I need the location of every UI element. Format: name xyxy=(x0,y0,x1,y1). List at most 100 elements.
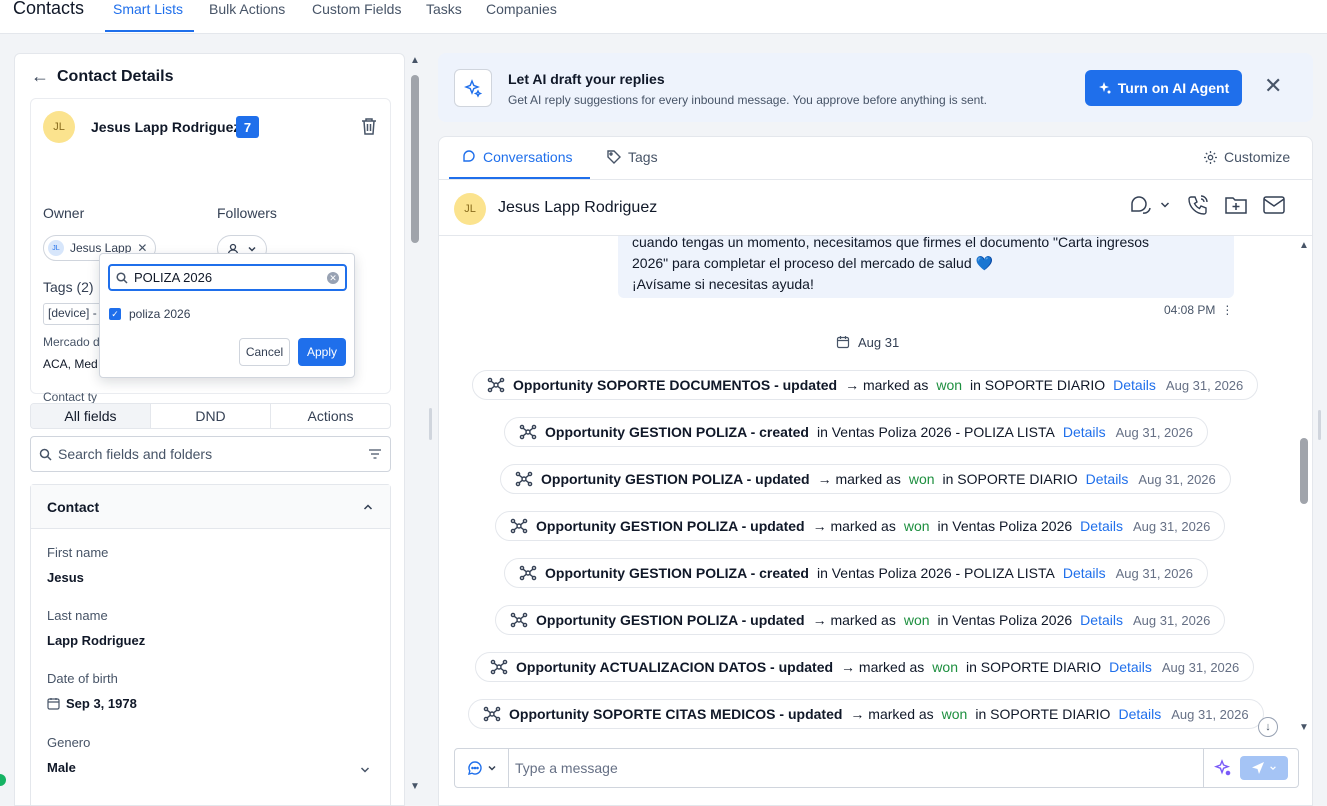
avatar: JL xyxy=(43,111,75,143)
tab-tags[interactable]: Tags xyxy=(606,149,658,165)
scroll-up-arrow-icon[interactable]: ▲ xyxy=(410,55,420,66)
activity-event: Opportunity ACTUALIZACION DATOS - update… xyxy=(475,652,1255,682)
event-opportunity: Opportunity GESTION POLIZA - created xyxy=(545,424,809,440)
mail-icon[interactable] xyxy=(1263,196,1285,214)
conversation-tabs: Conversations Tags Customize xyxy=(439,137,1312,180)
event-action: → marked as xyxy=(850,706,934,722)
event-date: Aug 31, 2026 xyxy=(1161,659,1240,675)
dob-value[interactable]: Sep 3, 1978 xyxy=(47,696,137,711)
last-name-value[interactable]: Lapp Rodriguez xyxy=(47,633,145,648)
filter-icon[interactable] xyxy=(368,448,382,460)
event-pipeline: in SOPORTE DIARIO xyxy=(965,659,1102,675)
scroll-up-arrow-icon[interactable]: ▲ xyxy=(1299,240,1309,251)
tab-bulk-actions[interactable]: Bulk Actions xyxy=(209,1,285,17)
ai-sparkle-icon[interactable] xyxy=(1214,759,1232,777)
scroll-thumb[interactable] xyxy=(411,75,419,243)
event-pipeline: in SOPORTE DIARIO xyxy=(970,377,1106,393)
event-details-link[interactable]: Details xyxy=(1080,612,1123,628)
activity-event: Opportunity GESTION POLIZA - updated → ma… xyxy=(500,464,1231,494)
phone-icon[interactable] xyxy=(1187,194,1209,216)
event-details-link[interactable]: Details xyxy=(1113,377,1156,393)
active-tab-underline xyxy=(449,177,590,179)
event-opportunity: Opportunity ACTUALIZACION DATOS - update… xyxy=(516,659,834,675)
status-indicator xyxy=(0,774,6,786)
event-details-link[interactable]: Details xyxy=(1086,471,1129,487)
right-resize-handle[interactable] xyxy=(1318,410,1321,440)
tab-conversations[interactable]: Conversations xyxy=(461,149,573,165)
send-icon xyxy=(1252,762,1264,774)
date-divider: Aug 31 xyxy=(830,330,906,354)
event-details-link[interactable]: Details xyxy=(1118,706,1161,722)
panel-resize-handle[interactable] xyxy=(429,408,432,440)
mercado-value: ACA, Med xyxy=(43,357,98,371)
event-status: won xyxy=(936,377,963,393)
section-title: Contact xyxy=(47,498,100,515)
scroll-down-arrow-icon[interactable]: ▼ xyxy=(1299,722,1309,733)
send-button[interactable] xyxy=(1240,756,1288,780)
cancel-button[interactable]: Cancel xyxy=(239,338,290,366)
date-divider-label: Aug 31 xyxy=(858,334,900,350)
section-header[interactable]: Contact xyxy=(31,485,390,529)
opportunity-icon xyxy=(510,518,528,534)
ai-sparkle-icon xyxy=(454,69,492,107)
first-name-value[interactable]: Jesus xyxy=(47,570,84,585)
dob-label: Date of birth xyxy=(47,671,118,686)
apply-button[interactable]: Apply xyxy=(298,338,346,366)
close-icon[interactable]: ✕ xyxy=(1264,75,1282,97)
clear-icon[interactable]: ✕ xyxy=(327,271,339,284)
segment-dnd[interactable]: DND xyxy=(151,404,271,428)
tab-companies[interactable]: Companies xyxy=(486,1,557,17)
followers-label: Followers xyxy=(217,205,277,221)
scroll-thumb[interactable] xyxy=(1300,438,1308,504)
segment-all-fields[interactable]: All fields xyxy=(31,404,151,428)
ai-banner-title: Let AI draft your replies xyxy=(508,71,665,87)
event-opportunity: Opportunity GESTION POLIZA - updated xyxy=(536,518,805,534)
conversation-panel: Conversations Tags Customize JL Jesus La… xyxy=(438,136,1313,806)
contact-name: Jesus Lapp Rodriguez xyxy=(91,119,241,135)
left-scrollbar[interactable]: ▲ ▼ xyxy=(409,55,421,795)
event-opportunity: Opportunity GESTION POLIZA - created xyxy=(545,565,809,581)
search-icon xyxy=(116,271,128,284)
channel-icons xyxy=(1129,194,1285,216)
tab-custom-fields[interactable]: Custom Fields xyxy=(312,1,401,17)
tag-option-label: poliza 2026 xyxy=(129,307,191,321)
event-date: Aug 31, 2026 xyxy=(1115,565,1193,581)
opportunity-icon xyxy=(510,612,528,628)
last-name-label: Last name xyxy=(47,608,108,623)
opportunity-icon xyxy=(519,565,537,581)
event-status: won xyxy=(908,471,935,487)
tag-option[interactable]: ✓ poliza 2026 xyxy=(109,307,190,321)
message-type-select[interactable] xyxy=(455,749,509,787)
back-arrow-icon[interactable]: ← xyxy=(31,66,49,87)
turn-on-ai-agent-button[interactable]: Turn on AI Agent xyxy=(1085,70,1242,106)
activity-event: Opportunity GESTION POLIZA - created in V… xyxy=(504,417,1208,447)
event-details-link[interactable]: Details xyxy=(1080,518,1123,534)
customize-label: Customize xyxy=(1224,149,1291,165)
tag-search-popup: POLIZA 2026 ✕ ✓ poliza 2026 Cancel Apply xyxy=(99,253,355,378)
folder-add-icon[interactable] xyxy=(1225,195,1247,215)
genero-value[interactable]: Male xyxy=(47,760,76,775)
field-search[interactable]: Search fields and folders xyxy=(30,436,391,472)
channel-select-button[interactable] xyxy=(1129,194,1171,216)
event-details-link[interactable]: Details xyxy=(1063,424,1106,440)
conversation-scrollbar[interactable]: ▲ ▼ xyxy=(1297,236,1311,746)
customize-button[interactable]: Customize xyxy=(1203,149,1290,165)
tag-search-input[interactable]: POLIZA 2026 ✕ xyxy=(108,264,347,291)
scroll-down-arrow-icon[interactable]: ▼ xyxy=(410,781,420,792)
event-details-link[interactable]: Details xyxy=(1063,565,1106,581)
sparkle-icon xyxy=(1098,82,1111,94)
event-details-link[interactable]: Details xyxy=(1109,659,1152,675)
contact-details-panel: ← Contact Details JL Jesus Lapp Rodrigue… xyxy=(14,53,405,806)
segment-actions[interactable]: Actions xyxy=(271,404,390,428)
message-input[interactable] xyxy=(509,760,1203,776)
checkbox-checked[interactable]: ✓ xyxy=(109,308,121,320)
chevron-up-icon[interactable] xyxy=(362,501,374,513)
event-opportunity: Opportunity GESTION POLIZA - updated xyxy=(536,612,805,628)
scroll-to-bottom-icon[interactable]: ↓ xyxy=(1258,717,1278,737)
tab-smart-lists[interactable]: Smart Lists xyxy=(113,1,183,17)
tab-tasks[interactable]: Tasks xyxy=(426,1,462,17)
trash-icon[interactable] xyxy=(361,117,377,135)
more-vertical-icon[interactable]: ⋮ xyxy=(1221,303,1233,317)
field-search-placeholder: Search fields and folders xyxy=(58,446,213,462)
chevron-down-icon[interactable] xyxy=(359,764,371,776)
